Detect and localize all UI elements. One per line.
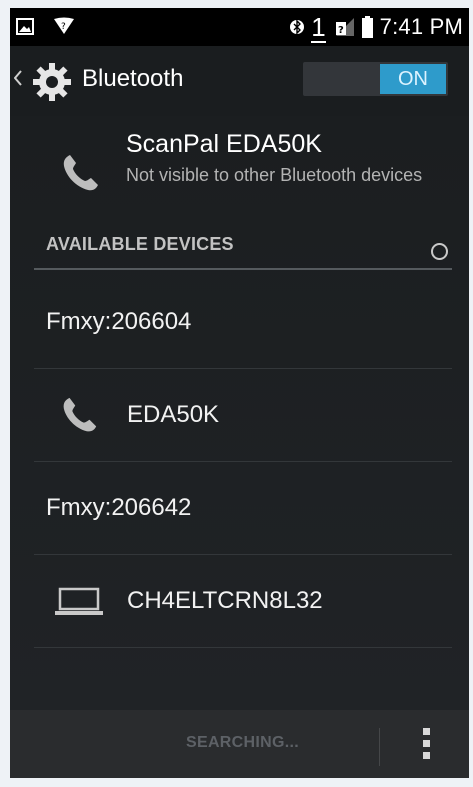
device-name: Fmxy:206604: [46, 308, 192, 335]
bluetooth-content: ScanPal EDA50K Not visible to other Blue…: [10, 116, 469, 710]
status-right-icons: 1 ? 7:41 PM: [290, 11, 463, 43]
scanning-spinner-icon: [431, 243, 448, 260]
available-devices-header: AVAILABLE DEVICES: [46, 234, 234, 254]
settings-gear-icon[interactable]: [32, 62, 72, 102]
device-row[interactable]: Fmxy:206604: [34, 276, 452, 369]
toggle-on-label: ON: [380, 64, 446, 94]
svg-text:?: ?: [338, 25, 344, 36]
laptop-icon: [55, 587, 103, 615]
battery-icon: [361, 16, 373, 38]
device-row[interactable]: CH4ELTCRN8L32: [34, 555, 452, 648]
local-device-header[interactable]: ScanPal EDA50K Not visible to other Blue…: [10, 116, 469, 236]
status-clock: 7:41 PM: [379, 14, 463, 39]
device-row[interactable]: EDA50K: [34, 369, 452, 462]
notification-icons: ?: [16, 17, 74, 35]
status-bar: ? 1 ? 7:41 PM: [10, 8, 469, 46]
phone-icon: [63, 397, 97, 432]
device-name: EDA50K: [127, 401, 220, 428]
search-button[interactable]: SEARCHING...: [186, 734, 299, 752]
local-device-visibility: Not visible to other Bluetooth devices: [126, 165, 423, 185]
signal-no-sim-icon: ?: [335, 18, 354, 36]
back-caret-icon[interactable]: [14, 70, 22, 86]
status-left-icons: ?: [16, 17, 78, 37]
page-title: Bluetooth: [82, 65, 184, 92]
device-name: Fmxy:206642: [46, 494, 192, 521]
local-device-name: ScanPal EDA50K: [126, 130, 322, 158]
phone-screen: ? 1 ? 7:41 PM Bluetooth ON ScanPal EDA50…: [10, 8, 469, 778]
phone-icon: [63, 155, 98, 191]
bluetooth-toggle[interactable]: ON: [303, 62, 448, 96]
bottom-action-bar: SEARCHING...: [10, 710, 469, 778]
bottom-divider: [379, 728, 380, 766]
action-bar: Bluetooth ON: [10, 46, 469, 117]
device-row[interactable]: Fmxy:206642: [34, 462, 452, 555]
section-divider: [34, 268, 452, 270]
device-name: CH4ELTCRN8L32: [127, 587, 323, 614]
bluetooth-status-icon: [290, 19, 305, 35]
sim-indicator: 1: [311, 11, 327, 43]
svg-text:?: ?: [61, 22, 66, 32]
overflow-menu-icon[interactable]: [423, 728, 431, 764]
